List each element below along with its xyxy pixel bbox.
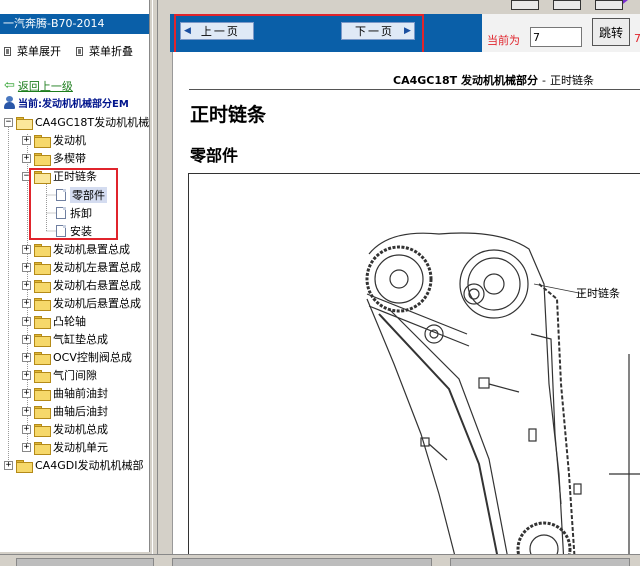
tree-node-label: 发动机右悬置总成 [53,279,141,292]
expand-toggle-icon[interactable]: + [22,406,31,416]
page-jump-panel: 当前为 跳转 7 [482,14,640,52]
toolbar-button[interactable] [595,0,623,10]
app-window: 一汽奔腾-B70-2014 菜单展开 菜单折叠 ⇦ 返回上一级 当前:发动机机械… [0,0,640,566]
tree-node[interactable]: + 曲轴后油封 [22,403,108,419]
toolbar-button[interactable] [553,0,581,10]
tree-node-label: 曲轴后油封 [53,405,108,418]
tree-node-label: 发动机总成 [53,423,108,436]
current-page-label: 当前为 [487,34,520,47]
tree-node[interactable]: + 发动机后悬置总成 [22,295,141,311]
header-model: CA4GC18T 发动机机械部分 [393,74,538,87]
tree-node-label: 气缸垫总成 [53,333,108,346]
folder-icon [34,369,51,383]
page-subtitle: 零部件 [190,146,239,165]
expand-toggle-icon[interactable]: + [22,298,31,308]
tree-node-label: 发动机悬置总成 [53,243,130,256]
expand-toggle-icon[interactable]: + [4,460,13,470]
expand-toggle-icon[interactable]: + [22,442,31,452]
folder-icon [34,297,51,311]
tree-node-label: CA4GC18T发动机机械 [35,116,150,129]
folder-icon [34,261,51,275]
page-title: 正时链条 [190,104,267,126]
header-section: 正时链条 [549,74,594,87]
folder-icon [34,134,51,148]
folder-icon [34,279,51,293]
tree-node-label: 气门间隙 [53,369,97,382]
tree-node-root-2[interactable]: + CA4GDI发动机机械部 [4,457,143,473]
tree-node-label: 发动机左悬置总成 [53,261,141,274]
folder-open-icon [16,116,33,130]
splitter[interactable] [152,0,158,554]
collapse-toggle-icon[interactable]: − [4,117,13,127]
expand-toggle-icon[interactable]: + [22,316,31,326]
figure-callout-label: 正时链条 [576,287,620,300]
timing-chain-figure [188,173,640,554]
folder-icon [34,333,51,347]
tree-node[interactable]: + 发动机 [22,132,86,148]
header-separator: - [541,74,546,87]
folder-icon [16,459,33,473]
jump-button[interactable]: 跳转 [592,18,630,46]
document-header: CA4GC18T 发动机机械部分 - 正时链条 [393,72,594,88]
tree-node[interactable]: + 多楔带 [22,150,86,166]
expand-toggle-icon[interactable]: + [22,334,31,344]
tree-node[interactable]: + OCV控制阀总成 [22,349,132,365]
folder-icon [34,441,51,455]
page-number-input[interactable] [530,27,582,47]
expand-toggle-icon[interactable]: + [22,280,31,290]
expand-toggle-icon[interactable]: + [22,388,31,398]
folder-icon [34,387,51,401]
expand-toggle-icon[interactable]: + [22,424,31,434]
scrollbar-segment[interactable] [16,558,154,566]
tree-node[interactable]: + 发动机右悬置总成 [22,277,141,293]
total-pages: 7 [634,32,640,45]
folder-icon [34,423,51,437]
tree-node[interactable]: + 发动机左悬置总成 [22,259,141,275]
tree-node-root[interactable]: − CA4GC18T发动机机械 [4,114,149,130]
folder-icon [34,152,51,166]
tree-node[interactable]: + 曲轴前油封 [22,385,108,401]
tree-node-label: 曲轴前油封 [53,387,108,400]
folder-icon [34,405,51,419]
tree-node[interactable]: + 气缸垫总成 [22,331,108,347]
tree-node[interactable]: + 发动机悬置总成 [22,241,130,257]
expand-toggle-icon[interactable]: + [22,370,31,380]
tree-node[interactable]: + 发动机单元 [22,439,108,455]
top-toolbar [158,0,640,14]
expand-toggle-icon[interactable]: + [22,153,31,163]
folder-icon [34,243,51,257]
timing-chain-path [368,232,565,554]
header-rule [189,89,640,90]
tree-node[interactable]: + 凸轮轴 [22,313,86,329]
scrollbar-segment[interactable] [450,558,630,566]
folder-icon [34,315,51,329]
tree-node-label: 多楔带 [53,152,86,165]
toolbar-button[interactable] [511,0,539,10]
tree-node[interactable]: + 发动机总成 [22,421,108,437]
tree-node-label: 发动机后悬置总成 [53,297,141,310]
tree-node-label: 发动机单元 [53,441,108,454]
folder-icon [34,351,51,365]
expand-toggle-icon[interactable]: + [22,135,31,145]
status-bar [0,554,640,566]
tree-node-label: OCV控制阀总成 [53,351,132,364]
document-view: CA4GC18T 发动机机械部分 - 正时链条 正时链条 零部件 正时链条 [172,52,640,554]
expand-toggle-icon[interactable]: + [22,352,31,362]
expand-toggle-icon[interactable]: + [22,244,31,254]
tree-node[interactable]: + 气门间隙 [22,367,97,383]
highlight-box [174,14,424,54]
left-camshaft-sprocket [365,245,433,313]
timing-chain-drawing [365,232,640,554]
tree-node-label: 凸轮轴 [53,315,86,328]
scrollbar-segment[interactable] [172,558,432,566]
tree-node-label: 发动机 [53,134,86,147]
sidebar: 一汽奔腾-B70-2014 菜单展开 菜单折叠 ⇦ 返回上一级 当前:发动机机械… [0,0,150,552]
highlight-box [29,168,118,240]
tree-node-label: CA4GDI发动机机械部 [35,459,144,472]
expand-toggle-icon[interactable]: + [22,262,31,272]
